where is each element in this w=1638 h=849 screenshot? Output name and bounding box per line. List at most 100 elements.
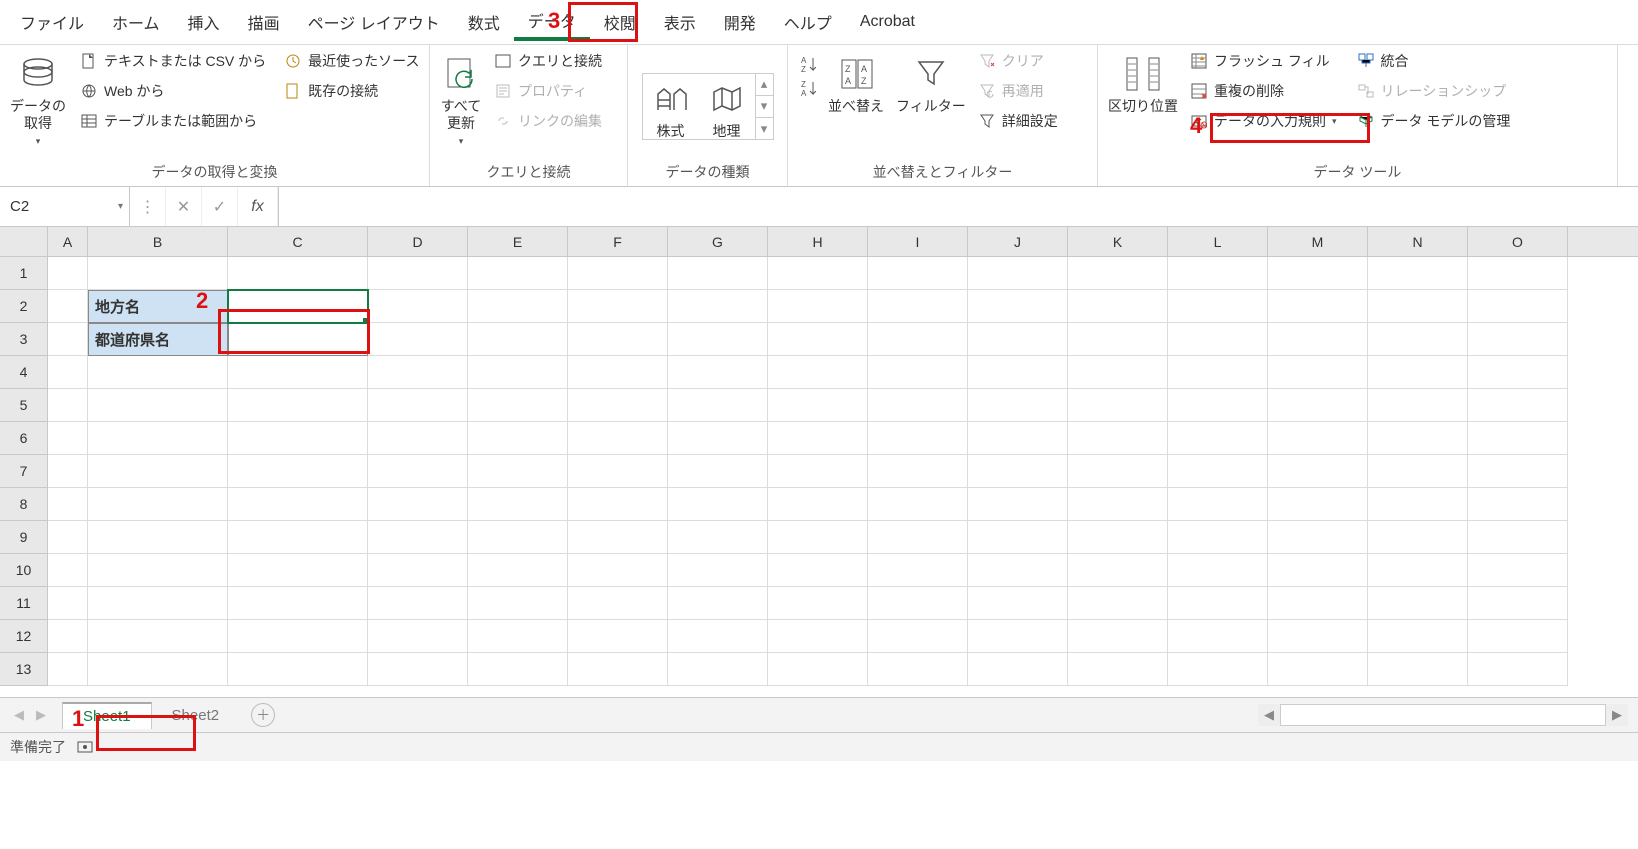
cell-J6[interactable] [968,422,1068,455]
cell-E7[interactable] [468,455,568,488]
menu-review[interactable]: 校閲 [590,3,650,41]
cell-E10[interactable] [468,554,568,587]
cell-O13[interactable] [1468,653,1568,686]
column-header-N[interactable]: N [1368,227,1468,256]
cell-E4[interactable] [468,356,568,389]
column-header-C[interactable]: C [228,227,368,256]
cell-M4[interactable] [1268,356,1368,389]
cell-F4[interactable] [568,356,668,389]
consolidate-button[interactable]: 統合 [1353,49,1515,73]
sort-desc-button[interactable]: ZA [794,77,820,99]
cell-O8[interactable] [1468,488,1568,521]
cell-N2[interactable] [1368,290,1468,323]
horizontal-scrollbar[interactable]: ◀ ▶ [1258,704,1628,726]
cell-I13[interactable] [868,653,968,686]
menu-acrobat[interactable]: Acrobat [846,3,929,41]
cell-G6[interactable] [668,422,768,455]
cancel-formula-button[interactable]: ✕ [166,187,202,226]
cell-A4[interactable] [48,356,88,389]
cell-M3[interactable] [1268,323,1368,356]
datatype-down-button[interactable]: ▾ [756,96,773,118]
cell-M5[interactable] [1268,389,1368,422]
cell-N6[interactable] [1368,422,1468,455]
sort-button[interactable]: ZAAZ 並べ替え [824,49,888,115]
cell-E1[interactable] [468,257,568,290]
cell-L7[interactable] [1168,455,1268,488]
cell-F1[interactable] [568,257,668,290]
cell-I11[interactable] [868,587,968,620]
cell-A11[interactable] [48,587,88,620]
cell-H10[interactable] [768,554,868,587]
cell-C12[interactable] [228,620,368,653]
cell-A7[interactable] [48,455,88,488]
cell-A3[interactable] [48,323,88,356]
from-table-button[interactable]: テーブルまたは範囲から [76,109,270,133]
cell-K1[interactable] [1068,257,1168,290]
macro-recorder-icon[interactable] [76,738,94,756]
cell-F12[interactable] [568,620,668,653]
text-to-columns-button[interactable]: 区切り位置 [1104,49,1182,115]
cell-G9[interactable] [668,521,768,554]
cell-K8[interactable] [1068,488,1168,521]
cell-F9[interactable] [568,521,668,554]
cell-J11[interactable] [968,587,1068,620]
cell-M11[interactable] [1268,587,1368,620]
cell-J2[interactable] [968,290,1068,323]
cell-E8[interactable] [468,488,568,521]
cell-N11[interactable] [1368,587,1468,620]
column-header-L[interactable]: L [1168,227,1268,256]
filter-button[interactable]: フィルター [892,49,970,115]
cell-L8[interactable] [1168,488,1268,521]
menu-layout[interactable]: ページ レイアウト [294,3,454,41]
cell-N9[interactable] [1368,521,1468,554]
cell-J7[interactable] [968,455,1068,488]
cell-A10[interactable] [48,554,88,587]
cell-L12[interactable] [1168,620,1268,653]
cell-L11[interactable] [1168,587,1268,620]
cell-E6[interactable] [468,422,568,455]
menu-home[interactable]: ホーム [98,3,174,41]
cell-I7[interactable] [868,455,968,488]
cell-D6[interactable] [368,422,468,455]
cell-C5[interactable] [228,389,368,422]
geography-button[interactable]: 地理 [699,74,755,140]
cell-A13[interactable] [48,653,88,686]
cell-J12[interactable] [968,620,1068,653]
clear-filter-button[interactable]: クリア [974,49,1062,73]
cell-N12[interactable] [1368,620,1468,653]
cell-H13[interactable] [768,653,868,686]
cell-O1[interactable] [1468,257,1568,290]
cell-L9[interactable] [1168,521,1268,554]
relationships-button[interactable]: リレーションシップ [1353,79,1515,103]
fx-button[interactable]: fx [238,187,278,226]
tab-nav-prev[interactable]: ◀ [8,707,30,723]
cell-M7[interactable] [1268,455,1368,488]
cell-G13[interactable] [668,653,768,686]
row-header-13[interactable]: 13 [0,653,48,686]
row-header-12[interactable]: 12 [0,620,48,653]
cell-O4[interactable] [1468,356,1568,389]
menu-file[interactable]: ファイル [6,3,98,41]
cell-G3[interactable] [668,323,768,356]
cell-B7[interactable] [88,455,228,488]
row-header-2[interactable]: 2 [0,290,48,323]
cell-G4[interactable] [668,356,768,389]
cell-D10[interactable] [368,554,468,587]
cell-E13[interactable] [468,653,568,686]
row-header-7[interactable]: 7 [0,455,48,488]
cell-M13[interactable] [1268,653,1368,686]
cell-D13[interactable] [368,653,468,686]
cell-O3[interactable] [1468,323,1568,356]
cell-H9[interactable] [768,521,868,554]
cell-G2[interactable] [668,290,768,323]
cell-D7[interactable] [368,455,468,488]
cell-N5[interactable] [1368,389,1468,422]
stocks-button[interactable]: 株式 [643,74,699,140]
cell-L1[interactable] [1168,257,1268,290]
cell-N4[interactable] [1368,356,1468,389]
cell-H8[interactable] [768,488,868,521]
cell-M8[interactable] [1268,488,1368,521]
cell-J5[interactable] [968,389,1068,422]
cell-F11[interactable] [568,587,668,620]
menu-dev[interactable]: 開発 [710,3,770,41]
